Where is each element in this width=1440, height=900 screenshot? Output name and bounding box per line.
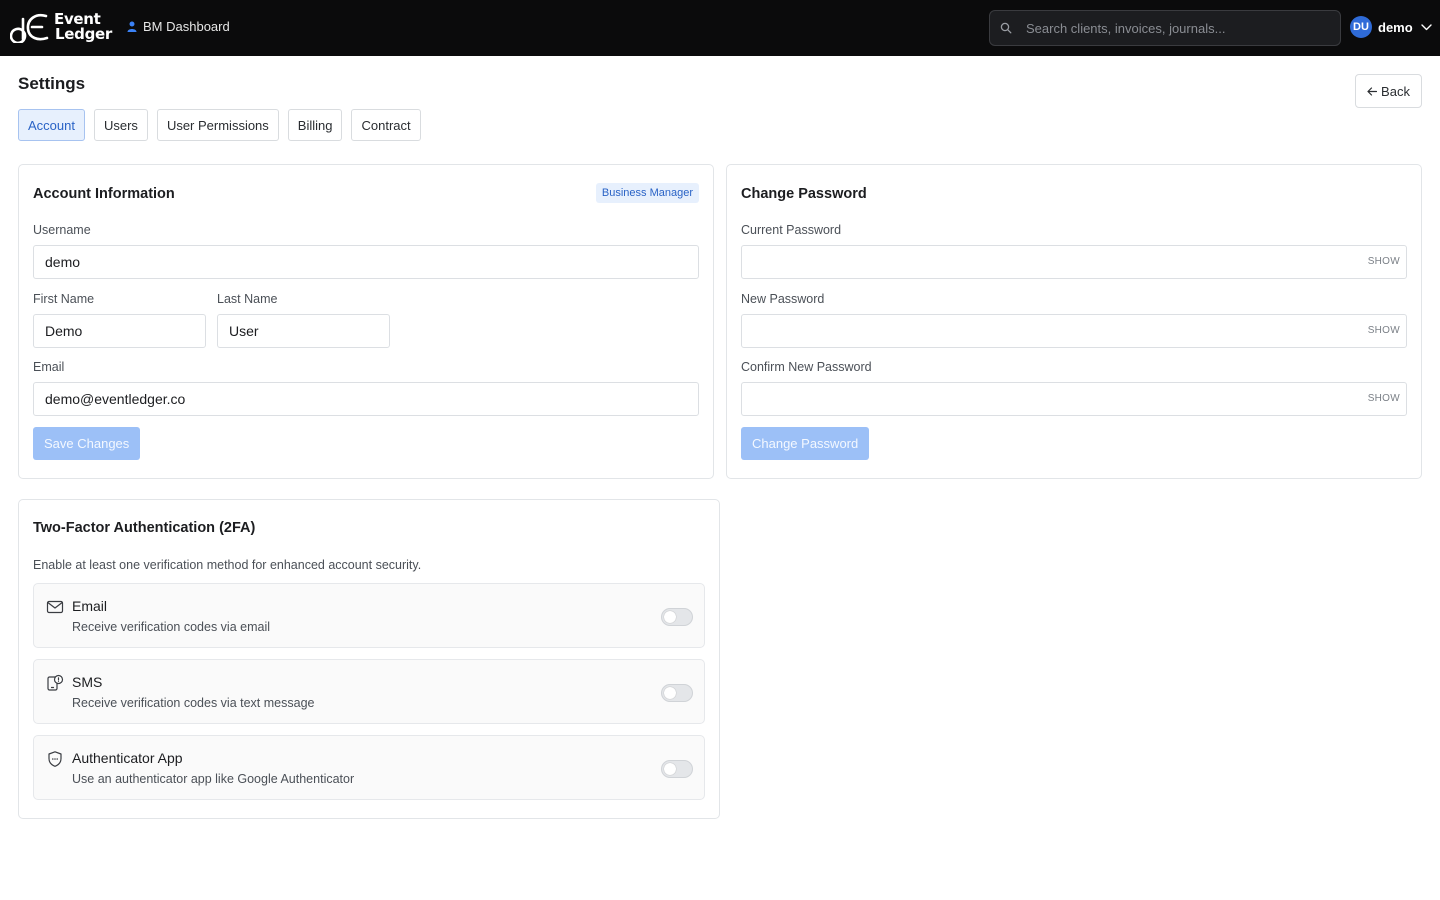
method-subtitle: Use an authenticator app like Google Aut…: [72, 772, 355, 786]
first-name-input[interactable]: [45, 323, 205, 339]
save-changes-button[interactable]: Save Changes: [33, 427, 141, 460]
confirm-password-label: Confirm New Password: [741, 360, 872, 374]
current-password-input[interactable]: [753, 254, 1406, 270]
tab-account[interactable]: Account: [18, 109, 85, 141]
event-ledger-logo[interactable]: Event Ledger: [10, 10, 112, 44]
show-current-password-toggle[interactable]: SHOW: [1368, 256, 1400, 267]
method-subtitle: Receive verification codes via text mess…: [72, 696, 315, 710]
tab-users[interactable]: Users: [93, 109, 148, 141]
email-input[interactable]: [45, 391, 698, 407]
search-icon: [1000, 22, 1012, 34]
method-subtitle: Receive verification codes via email: [72, 620, 271, 634]
method-title: Email: [72, 598, 108, 614]
logo-mark-icon: [10, 13, 49, 43]
first-name-field[interactable]: [33, 314, 206, 348]
two-factor-method-email: Email Receive verification codes via ema…: [33, 583, 705, 648]
arrow-left-icon: [1367, 86, 1378, 96]
change-password-button[interactable]: Change Password: [741, 427, 870, 460]
show-new-password-toggle[interactable]: SHOW: [1368, 325, 1400, 336]
two-factor-card: Two-Factor Authentication (2FA) Enable a…: [18, 499, 720, 819]
new-password-field[interactable]: SHOW: [741, 314, 1407, 348]
account-information-card: Account Information Business Manager Use…: [18, 164, 714, 479]
user-menu[interactable]: DU demo: [1350, 16, 1432, 38]
sms-2fa-toggle[interactable]: [661, 684, 693, 702]
two-factor-method-sms: SMS Receive verification codes via text …: [33, 659, 705, 724]
two-factor-method-authenticator: Authenticator App Use an authenticator a…: [33, 735, 705, 800]
global-search[interactable]: [989, 10, 1341, 46]
user-icon: [127, 21, 137, 32]
email-field[interactable]: [33, 382, 699, 416]
email-2fa-toggle[interactable]: [661, 608, 693, 626]
show-confirm-password-toggle[interactable]: SHOW: [1368, 393, 1400, 404]
toggle-knob: [664, 611, 676, 623]
confirm-password-input[interactable]: [753, 391, 1406, 407]
search-input[interactable]: [1026, 20, 1326, 36]
two-factor-description: Enable at least one verification method …: [33, 558, 422, 572]
shield-icon: [48, 751, 62, 767]
top-navigation-bar: Event Ledger BM Dashboard DU demo: [0, 0, 1440, 56]
bm-dashboard-label: BM Dashboard: [143, 19, 230, 34]
back-label: Back: [1381, 83, 1410, 99]
logo-text-line2: Ledger: [55, 25, 112, 43]
username-input[interactable]: [45, 254, 698, 270]
method-title: SMS: [72, 674, 103, 690]
logo-text: Event Ledger: [54, 12, 112, 42]
email-label: Email: [33, 360, 65, 374]
user-name: demo: [1378, 19, 1413, 35]
last-name-input[interactable]: [229, 323, 389, 339]
first-name-label: First Name: [33, 292, 95, 306]
new-password-label: New Password: [741, 292, 825, 306]
authenticator-2fa-toggle[interactable]: [661, 760, 693, 778]
tab-contract[interactable]: Contract: [351, 109, 421, 141]
current-password-field[interactable]: SHOW: [741, 245, 1407, 279]
back-button[interactable]: Back: [1355, 74, 1422, 108]
confirm-password-field[interactable]: SHOW: [741, 382, 1407, 416]
mail-icon: [46, 600, 64, 614]
avatar: DU: [1350, 16, 1372, 38]
settings-tabs: Account Users User Permissions Billing C…: [18, 109, 421, 141]
username-field[interactable]: [33, 245, 699, 279]
phone-message-icon: [47, 674, 64, 691]
account-information-title: Account Information: [33, 186, 175, 202]
new-password-input[interactable]: [753, 323, 1406, 339]
tab-billing[interactable]: Billing: [287, 109, 343, 141]
change-password-card: Change Password Current Password SHOW Ne…: [726, 164, 1422, 479]
last-name-label: Last Name: [217, 292, 278, 306]
last-name-field[interactable]: [217, 314, 390, 348]
tab-user-permissions[interactable]: User Permissions: [156, 109, 279, 141]
page-title: Settings: [18, 74, 86, 93]
toggle-knob: [664, 763, 676, 775]
change-password-title: Change Password: [741, 186, 867, 202]
two-factor-title: Two-Factor Authentication (2FA): [33, 520, 256, 536]
current-password-label: Current Password: [741, 223, 842, 237]
role-badge: Business Manager: [595, 183, 699, 203]
username-label: Username: [33, 223, 91, 237]
bm-dashboard-link[interactable]: BM Dashboard: [127, 19, 230, 34]
toggle-knob: [664, 687, 676, 699]
chevron-down-icon: [1420, 23, 1432, 30]
method-title: Authenticator App: [72, 750, 183, 766]
